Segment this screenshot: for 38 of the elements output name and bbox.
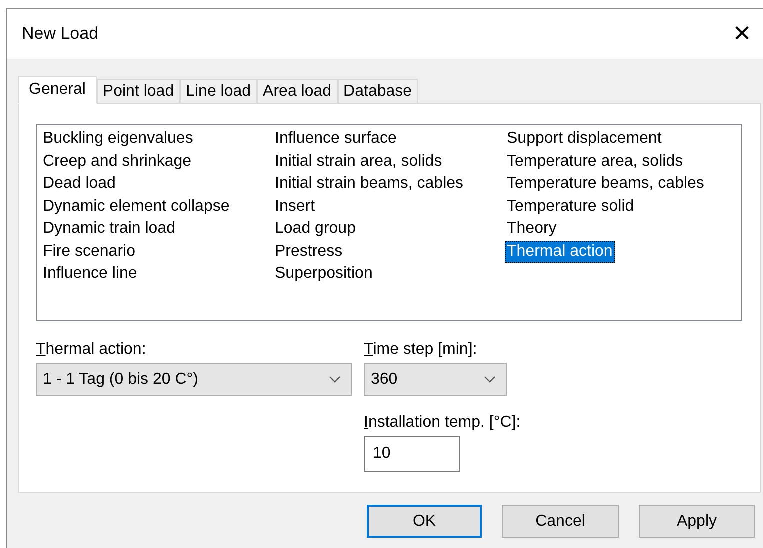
tab[interactable]: Database (338, 79, 418, 103)
list-item[interactable]: Temperature area, solids (505, 150, 686, 173)
close-button[interactable]: × (733, 19, 751, 49)
input-field[interactable]: 10 (364, 436, 460, 472)
dialog-button[interactable]: Cancel (502, 505, 619, 538)
list-item[interactable]: Creep and shrinkage (41, 150, 194, 173)
list-item[interactable]: Temperature solid (505, 196, 636, 218)
chevron-down-icon (484, 376, 496, 383)
list-item[interactable]: Insert (273, 196, 318, 218)
dialog-button[interactable]: OK (367, 505, 482, 538)
list-item[interactable]: Influence surface (273, 128, 399, 150)
time-step-dropdown[interactable]: 360 (364, 363, 507, 396)
thermal-action-dropdown[interactable]: 1 - 1 Tag (0 bis 20 C°) (36, 363, 352, 396)
field-label: Installation temp. [°C]: (364, 414, 522, 432)
field-label: Thermal action: (36, 341, 148, 359)
list-item[interactable]: Influence line (41, 263, 140, 286)
list-item[interactable]: Load group (273, 218, 358, 240)
list-item[interactable]: Initial strain area, solids (273, 150, 444, 173)
list-item[interactable]: Thermal action (505, 240, 615, 263)
chevron-down-icon (329, 376, 341, 383)
tab[interactable]: Area load (257, 79, 338, 103)
field-label: Time step [min]: (364, 341, 478, 359)
list-item[interactable]: Initial strain beams, cables (273, 173, 466, 196)
tab[interactable]: Point load (96, 79, 180, 103)
list-item[interactable]: Fire scenario (41, 240, 138, 263)
window-title: New Load (22, 24, 99, 44)
list-item[interactable]: Prestress (273, 240, 345, 263)
list-item[interactable]: Buckling eigenvalues (41, 128, 196, 150)
list-item[interactable]: Dynamic element collapse (41, 196, 232, 218)
list-item[interactable]: Theory (505, 218, 559, 240)
list-item[interactable]: Superposition (273, 263, 375, 286)
list-item[interactable]: Support displacement (505, 128, 664, 150)
list-item[interactable]: Dead load (41, 173, 118, 196)
tab[interactable]: Line load (180, 79, 258, 103)
list-item[interactable]: Temperature beams, cables (505, 173, 706, 196)
tab[interactable]: General (18, 76, 97, 104)
dialog-button[interactable]: Apply (639, 505, 755, 538)
list-item[interactable]: Dynamic train load (41, 218, 178, 240)
